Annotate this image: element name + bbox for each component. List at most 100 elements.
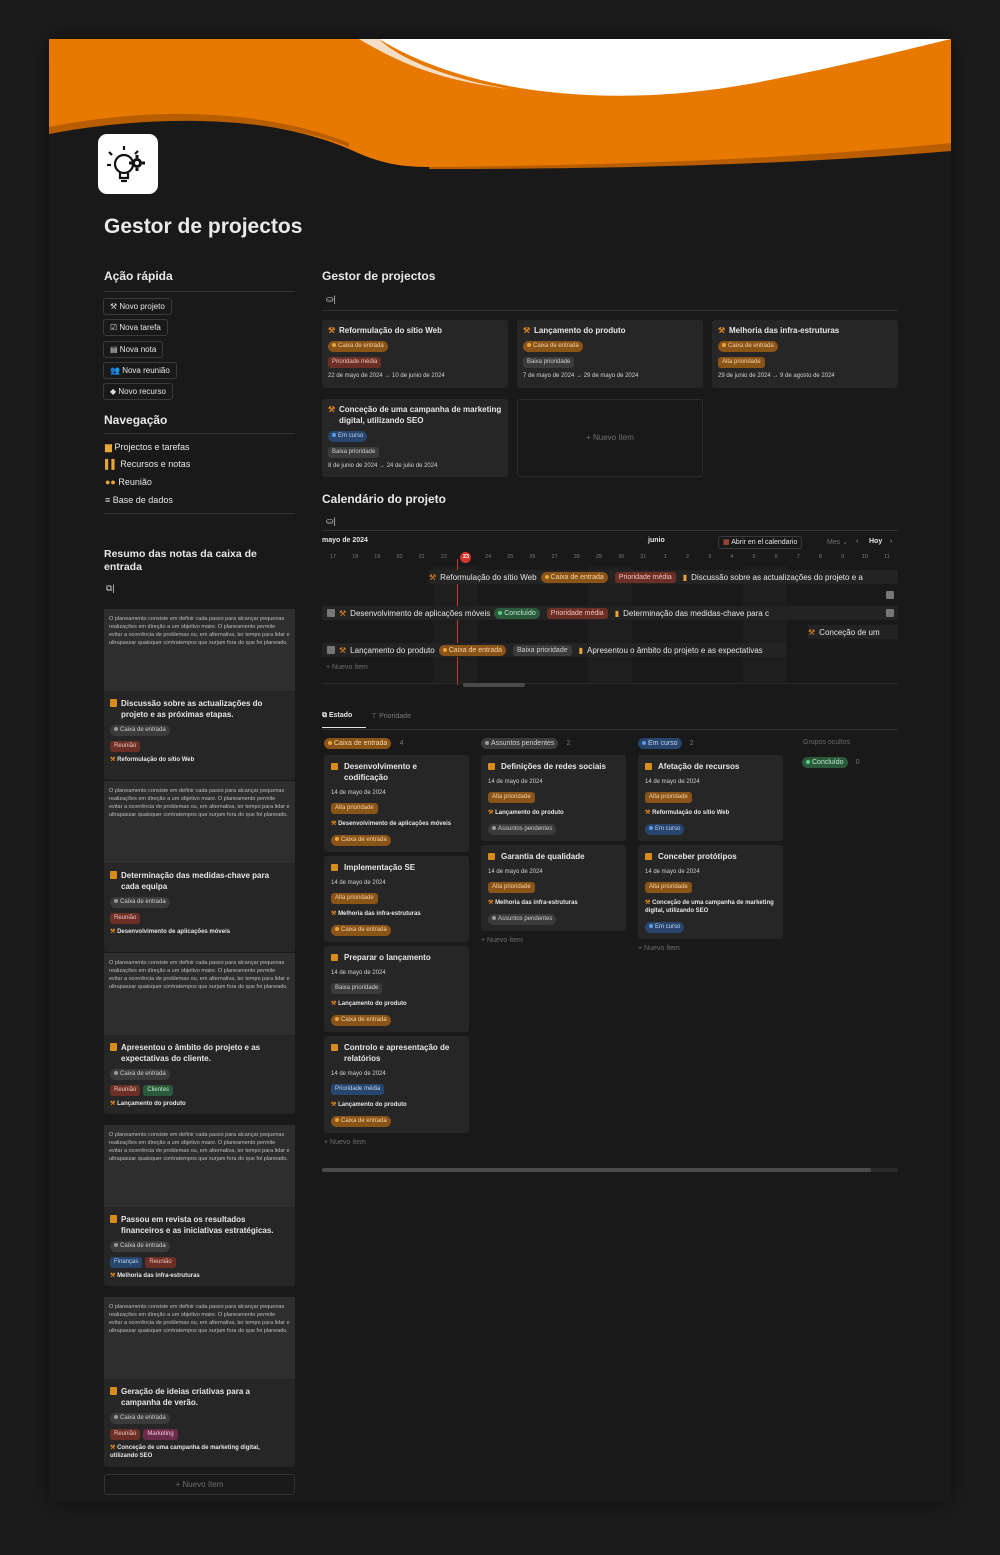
timeline-day: 31 — [640, 554, 647, 560]
timeline-day: 21 — [418, 554, 425, 560]
hammer-icon: ⚒ — [331, 821, 337, 827]
nav-projects-tasks[interactable]: ▆ Projectos e tarefas — [105, 442, 189, 453]
gallery-new-item-button[interactable]: + Nuevo ítem — [517, 399, 703, 477]
hammer-icon: ⚒ — [645, 810, 651, 816]
filter-icon: ⊤ — [371, 713, 378, 720]
new-note-button[interactable]: ▤ Nova nota — [103, 341, 164, 358]
board-scrollbar-thumb[interactable] — [322, 1168, 871, 1172]
expand-icon[interactable] — [327, 609, 335, 617]
gallery-view-icon[interactable]: ⛀| — [326, 294, 336, 305]
nav-meeting[interactable]: ●● Reunião — [105, 477, 152, 487]
active-tab-underline — [322, 727, 366, 728]
group-header-pending[interactable]: Assuntos pendentes 2 — [481, 738, 571, 749]
timeline-bar[interactable]: ⚒ Desenvolvimento de aplicações móveis Co… — [322, 606, 898, 620]
inbox-card[interactable]: O planeamento consiste em definir cada p… — [104, 1297, 295, 1467]
timeline-bar[interactable]: ⚒ Lançamento do produto Caixa de entrada … — [322, 643, 786, 657]
timeline-view-icon[interactable]: ⛀| — [326, 516, 336, 527]
project-card[interactable]: ⚒ Conceção de uma campanha de marketing d… — [322, 399, 508, 477]
chevron-right-icon[interactable]: › — [890, 538, 892, 545]
hammer-icon: ⚒ — [339, 608, 347, 618]
calendar-icon: ▦ — [723, 539, 730, 546]
new-meeting-button[interactable]: 👥 Nova reunião — [103, 362, 177, 379]
task-card[interactable]: Implementação SE 14 de mayo de 2024 Alta… — [324, 856, 469, 942]
hammer-icon: ⚒ — [331, 911, 337, 917]
calendar-heading: Calendário do projeto — [322, 492, 447, 506]
inbox-card[interactable]: O planeamento consiste em definir cada p… — [104, 609, 295, 780]
timeline-scrollbar[interactable] — [463, 683, 525, 687]
timeline-new-item-button[interactable]: + Nuevo ítem — [326, 664, 368, 671]
tab-prioridade[interactable]: ⊤ Prioridade — [371, 712, 411, 720]
timeline-day-column — [388, 566, 411, 684]
people-icon: ●● — [105, 477, 116, 487]
group-header-inbox[interactable]: Caixa de entrada 4 — [324, 738, 403, 749]
hammer-icon: ⚒ — [429, 572, 437, 582]
folder-icon: ▆ — [105, 442, 112, 452]
task-card[interactable]: Garantia de qualidade 14 de mayo de 2024… — [481, 845, 626, 931]
checkbox-icon — [645, 853, 652, 860]
hammer-icon: ⚒ — [328, 405, 336, 414]
hammer-icon: ⚒ — [110, 1445, 116, 1451]
document-icon — [110, 1387, 117, 1395]
inbox-card[interactable]: O planeamento consiste em definir cada p… — [104, 953, 295, 1114]
task-card[interactable]: Afetação de recursos 14 de mayo de 2024 … — [638, 755, 783, 841]
project-card[interactable]: ⚒ Reformulação do sítio Web Caixa de entr… — [322, 320, 508, 388]
column-new-item-button[interactable]: + Nuevo ítem — [638, 945, 783, 952]
timeline-bar[interactable]: ⚒ Conceção de um — [808, 625, 898, 639]
card-description: O planeamento consiste em definir cada p… — [104, 1297, 295, 1379]
timeline-mode-dropdown[interactable]: Mes ⌄ — [827, 538, 848, 546]
task-card[interactable]: Definições de redes sociais 14 de mayo d… — [481, 755, 626, 841]
page: Gestor de projectos Ação rápida ⚒ Novo p… — [49, 39, 951, 1502]
open-calendar-button[interactable]: ▦ Abrir en el calendario — [718, 536, 803, 549]
inbox-card[interactable]: O planeamento consiste em definir cada p… — [104, 1125, 295, 1286]
board-scrollbar-track[interactable] — [322, 1168, 898, 1172]
timeline-day: 27 — [551, 554, 558, 560]
task-card[interactable]: Controlo e apresentação de relatórios 14… — [324, 1036, 469, 1133]
hammer-icon: ⚒ — [328, 326, 336, 335]
timeline-day: 26 — [529, 554, 536, 560]
hammer-icon: ⚒ — [331, 1102, 337, 1108]
timeline-day: 10 — [861, 554, 868, 560]
timeline-day: 6 — [774, 554, 778, 560]
expand-icon[interactable] — [886, 609, 894, 617]
nav-database[interactable]: ≡ Base de dados — [105, 495, 173, 505]
document-icon: ▮ — [614, 608, 620, 618]
task-card[interactable]: Conceber protótipos 14 de mayo de 2024 A… — [638, 845, 783, 939]
today-button[interactable]: Hoy — [869, 538, 882, 545]
cover-image — [49, 39, 951, 179]
people-icon: 👥 — [110, 366, 120, 375]
expand-icon[interactable] — [886, 591, 894, 599]
project-card[interactable]: ⚒ Lançamento do produto Caixa de entrada … — [517, 320, 703, 388]
timeline-day: 7 — [796, 554, 800, 560]
nav-resources-notes[interactable]: ▌▌ Recursos e notas — [105, 459, 190, 469]
group-header-in-progress[interactable]: Em curso 2 — [638, 738, 694, 749]
timeline-bar[interactable]: ⚒ Reformulação do sítio Web Caixa de entr… — [429, 570, 898, 584]
column-new-item-button[interactable]: + Nuevo ítem — [481, 937, 626, 944]
tab-estado[interactable]: ⧉ Estado — [322, 712, 352, 720]
timeline-day: 8 — [818, 554, 822, 560]
card-description: O planeamento consiste em definir cada p… — [104, 781, 295, 863]
books-icon: ▌▌ — [105, 459, 118, 469]
new-project-button[interactable]: ⚒ Novo projeto — [103, 298, 172, 315]
project-card[interactable]: ⚒ Melhoria das infra-estruturas Caixa de … — [712, 320, 898, 388]
hammer-icon: ⚒ — [808, 627, 816, 637]
page-title: Gestor de projectos — [104, 215, 303, 238]
timeline-day: 20 — [396, 554, 403, 560]
new-task-button[interactable]: ☑ Nova tarefa — [103, 319, 168, 336]
chevron-left-icon[interactable]: ‹ — [856, 538, 858, 545]
column-new-item-button[interactable]: + Nuevo ítem — [324, 1139, 469, 1146]
document-icon: ▮ — [682, 572, 688, 582]
expand-icon[interactable] — [327, 646, 335, 654]
checkbox-icon — [488, 853, 495, 860]
hidden-groups-label: Grupos ocultos — [803, 739, 851, 746]
board-view-icon[interactable]: ⧉| — [106, 583, 115, 594]
checkbox-icon — [488, 763, 495, 770]
task-card[interactable]: Desenvolvimento e codificação 14 de mayo… — [324, 755, 469, 852]
divider — [322, 683, 898, 684]
new-resource-button[interactable]: ◆ Novo recurso — [103, 383, 173, 400]
task-card[interactable]: Preparar o lançamento 14 de mayo de 2024… — [324, 946, 469, 1032]
divider — [322, 530, 898, 531]
inbox-card[interactable]: O planeamento consiste em definir cada p… — [104, 781, 295, 952]
hidden-group-done[interactable]: Concluído 0 — [802, 757, 860, 768]
divider — [104, 433, 295, 434]
inbox-new-item-button[interactable]: + Nuevo ítem — [104, 1474, 295, 1495]
